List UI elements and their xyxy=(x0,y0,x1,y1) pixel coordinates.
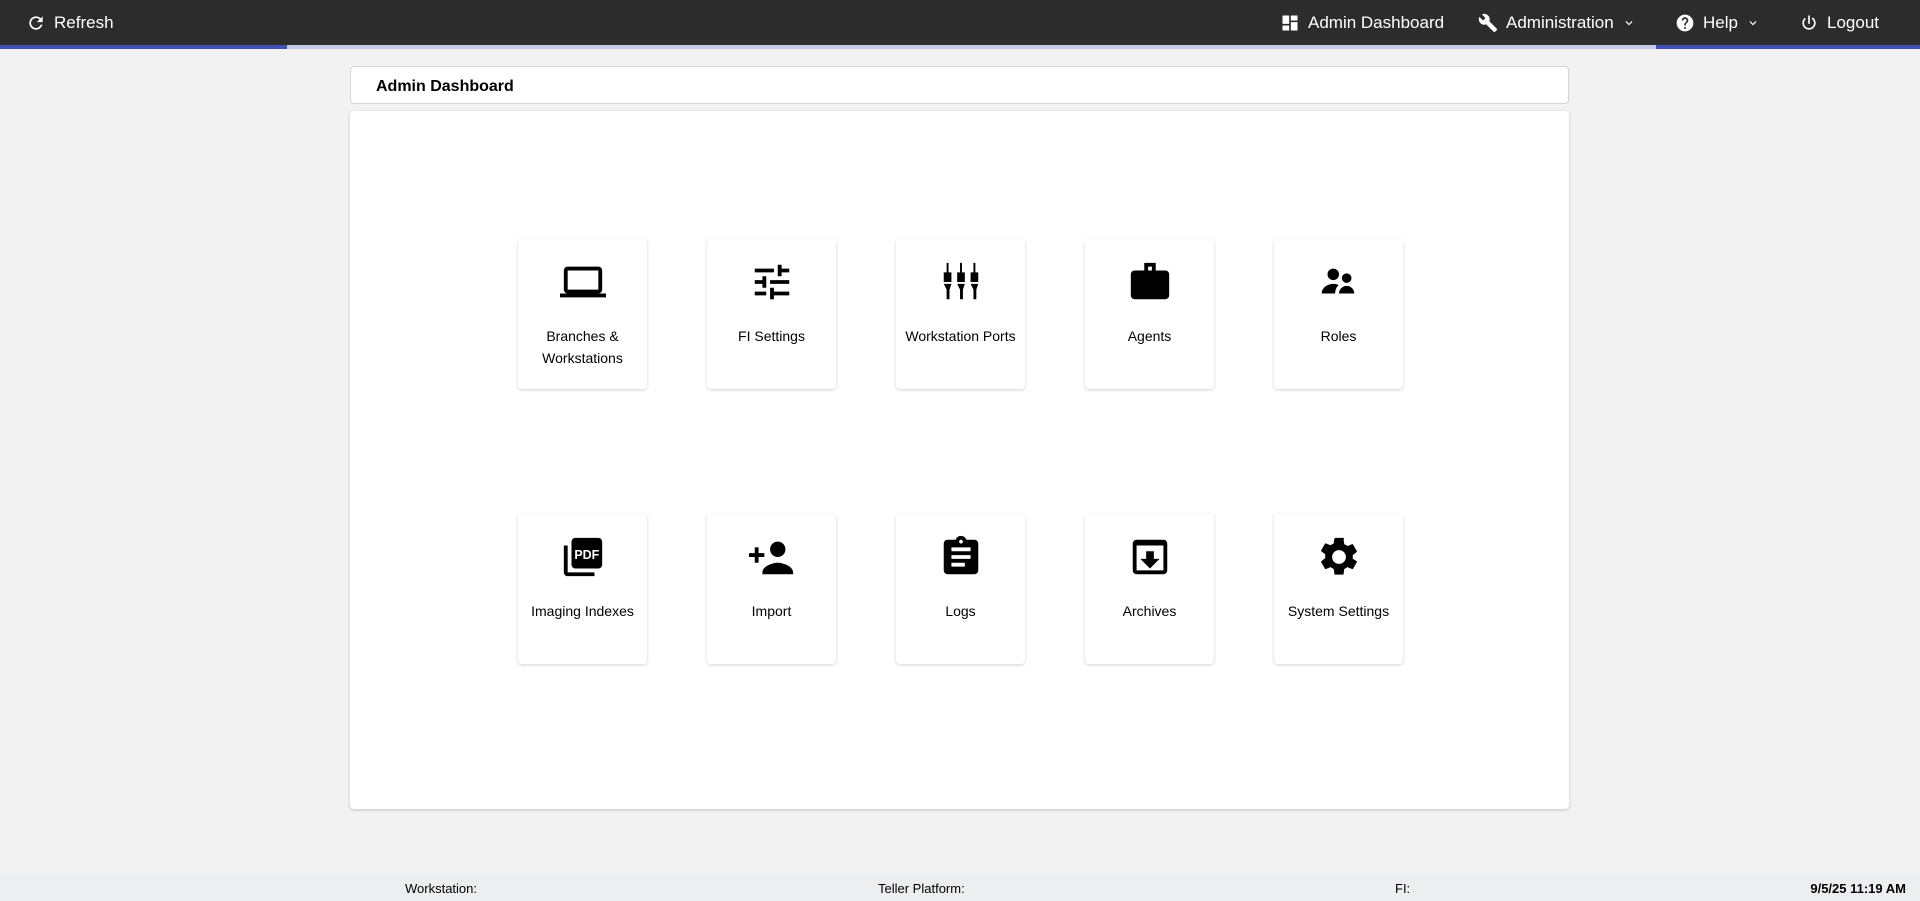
tile-workstation-ports[interactable]: Workstation Ports xyxy=(896,239,1025,389)
tile-label: Roles xyxy=(1320,328,1357,344)
tile-label: Workstation Ports xyxy=(905,328,1016,344)
tile-label: Agents xyxy=(1127,328,1172,344)
datetime: 9/5/25 11:19 AM xyxy=(1810,881,1906,896)
nav-help-label: Help xyxy=(1703,12,1738,32)
tile-logs[interactable]: Logs xyxy=(896,514,1025,664)
workstation-label: Workstation: xyxy=(405,881,478,896)
ports-icon xyxy=(943,262,979,300)
wrench-icon xyxy=(1478,13,1498,32)
tile-agents[interactable]: Agents xyxy=(1085,239,1214,389)
nav-administration-label: Administration xyxy=(1506,12,1614,32)
refresh-label: Refresh xyxy=(54,12,114,32)
status-bar: Workstation: Teller Platform: FI: 9/5/25… xyxy=(0,875,1920,901)
svg-text:PDF: PDF xyxy=(574,548,599,562)
tile-fi-settings[interactable]: FI Settings xyxy=(707,239,836,389)
tile-label: Archives xyxy=(1122,603,1177,619)
page-title: Admin Dashboard xyxy=(350,66,1569,104)
logout-label: Logout xyxy=(1827,12,1879,32)
power-icon xyxy=(1802,15,1816,30)
nav-administration-dropdown[interactable]: Administration xyxy=(1478,0,1636,45)
tile-import[interactable]: Import xyxy=(707,514,836,664)
sliders-icon xyxy=(754,264,790,300)
tile-imaging-indexes[interactable]: PDF Imaging Indexes xyxy=(518,514,647,664)
dashboard-icon xyxy=(1282,15,1298,30)
teller-platform-label: Teller Platform: xyxy=(878,881,965,896)
nav-admin-dashboard[interactable]: Admin Dashboard xyxy=(1280,0,1444,45)
tile-label: Logs xyxy=(945,603,976,619)
gear-icon xyxy=(1321,537,1357,575)
people-icon xyxy=(1321,268,1355,294)
archive-icon xyxy=(1132,539,1168,575)
progress-strip xyxy=(0,45,1920,49)
logout-button[interactable]: Logout xyxy=(1799,0,1879,45)
chevron-down-icon xyxy=(1625,20,1633,25)
nav-admin-dashboard-label: Admin Dashboard xyxy=(1308,12,1445,32)
chevron-down-icon xyxy=(1749,20,1757,25)
briefcase-icon xyxy=(1130,262,1170,300)
fi-label: FI: xyxy=(1395,881,1411,896)
help-icon xyxy=(1676,14,1694,31)
tile-label: Import xyxy=(751,603,792,619)
dashboard-panel: Branches & Workstations FI Settings Work… xyxy=(350,111,1569,809)
nav-help-dropdown[interactable]: Help xyxy=(1675,0,1760,45)
tile-label: FI Settings xyxy=(738,328,805,344)
tile-label: Branches & Workstations xyxy=(542,328,623,366)
clipboard-icon xyxy=(943,535,979,575)
laptop-icon xyxy=(560,266,606,298)
tile-branches-workstations[interactable]: Branches & Workstations xyxy=(518,239,647,389)
person-add-icon xyxy=(749,541,794,575)
top-navbar: Refresh Admin Dashboard Administration H… xyxy=(0,0,1920,45)
tile-archives[interactable]: Archives xyxy=(1085,514,1214,664)
refresh-button[interactable]: Refresh xyxy=(26,0,114,45)
refresh-icon xyxy=(29,15,43,30)
tile-system-settings[interactable]: System Settings xyxy=(1274,514,1403,664)
tile-label: System Settings xyxy=(1287,603,1390,619)
pdf-icon: PDF xyxy=(563,537,603,577)
tile-label: Imaging Indexes xyxy=(531,603,634,619)
tile-roles[interactable]: Roles xyxy=(1274,239,1403,389)
